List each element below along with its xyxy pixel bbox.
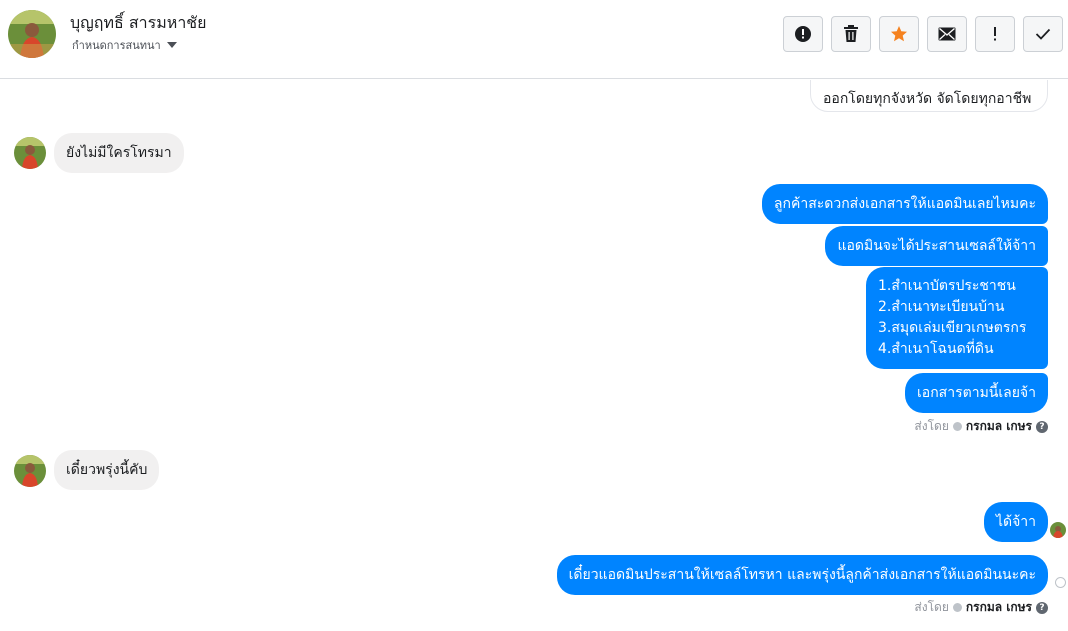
message-bubble-outgoing: แอดมินจะได้ประสานเซลล์ให้จ้าา [825,226,1048,266]
mark-spam-button[interactable] [783,16,823,52]
list-line: 1.สำเนาบัตรประชาชน [878,278,1016,294]
message-text: เดี๋ยวแอดมินประสานให้เซลล์โทรหา และพรุ่ง… [568,567,1036,583]
message-text: เอกสารตามนี้เลยจ้า [917,385,1036,401]
message-text: ยังไม่มีใครโทรมา [66,145,172,161]
mark-done-button[interactable] [1023,16,1063,52]
verified-icon [952,603,962,612]
mark-unread-button[interactable] [927,16,967,52]
message-bubble-outgoing: ลูกค้าสะดวกส่งเอกสารให้แอดมินเลยไหมคะ [761,184,1048,224]
list-line: 4.สำเนาโฉนดที่ดิน [878,341,994,357]
message-thread[interactable]: ออกโดยทุกจังหวัด จัดโดยทุกอาชีพ ยังไม่มี… [0,80,1068,631]
agent-name[interactable]: กรกมล เกษร [966,598,1032,617]
message-bubble-outgoing: เอกสารตามนี้เลยจ้า [905,373,1048,413]
contact-avatar[interactable] [8,10,56,58]
message-bubble-incoming: ยังไม่มีใครโทรมา [54,133,184,173]
star-icon [891,26,907,42]
check-icon [1035,28,1051,40]
sent-status-icon [1055,577,1066,588]
conversation-header: บุญฤทธิ์ สารมหาชัย กำหนดการสนทนา [0,0,1068,79]
list-line: 2.สำเนาทะเบียนบ้าน [878,299,1005,315]
contact-avatar-small [14,455,46,487]
delete-button[interactable] [831,16,871,52]
alert-circle-icon [795,26,811,42]
envelope-icon [938,27,956,41]
help-icon[interactable]: ? [1036,420,1048,433]
exclamation-icon [994,27,996,41]
message-bubble-outgoing: ได้จ้าา [983,502,1048,542]
assign-conversation-dropdown[interactable]: กำหนดการสนทนา [72,36,177,54]
message-bubble-outgoing-list: 1.สำเนาบัตรประชาชน 2.สำเนาทะเบียนบ้าน 3.… [866,267,1048,369]
conversation-toolbar [783,16,1063,52]
follow-up-button[interactable] [975,16,1015,52]
message-text: ได้จ้าา [995,514,1036,530]
sent-by-info: ส่งโดย กรกมล เกษร ? [914,598,1048,617]
verified-icon [952,422,962,431]
contact-avatar-small [14,137,46,169]
assign-label: กำหนดการสนทนา [72,39,161,52]
message-bubble-outgoing: เดี๋ยวแอดมินประสานให้เซลล์โทรหา และพรุ่ง… [556,555,1048,595]
sent-by-info: ส่งโดย กรกมล เกษร ? [914,417,1048,436]
message-bubble-outgoing-cut: ออกโดยทุกจังหวัด จัดโดยทุกอาชีพ [810,80,1048,112]
trash-icon [844,25,858,42]
message-bubble-incoming: เดี๋ยวพรุ่งนี้คับ [54,450,160,490]
contact-name[interactable]: บุญฤทธิ์ สารมหาชัย [70,11,207,36]
message-text: ออกโดยทุกจังหวัด จัดโดยทุกอาชีพ [823,91,1032,107]
sent-by-prefix: ส่งโดย [914,600,949,614]
help-icon[interactable]: ? [1036,601,1048,614]
message-text: แอดมินจะได้ประสานเซลล์ให้จ้าา [837,238,1036,254]
sent-by-prefix: ส่งโดย [914,419,949,433]
message-text: เดี๋ยวพรุ่งนี้คับ [66,462,148,478]
star-button[interactable] [879,16,919,52]
message-text: ลูกค้าสะดวกส่งเอกสารให้แอดมินเลยไหมคะ [773,196,1036,212]
agent-name[interactable]: กรกมล เกษร [966,417,1032,436]
caret-down-icon [166,42,177,48]
list-line: 3.สมุดเล่มเขียวเกษตรกร [878,320,1027,336]
seen-avatar-icon [1050,522,1066,538]
